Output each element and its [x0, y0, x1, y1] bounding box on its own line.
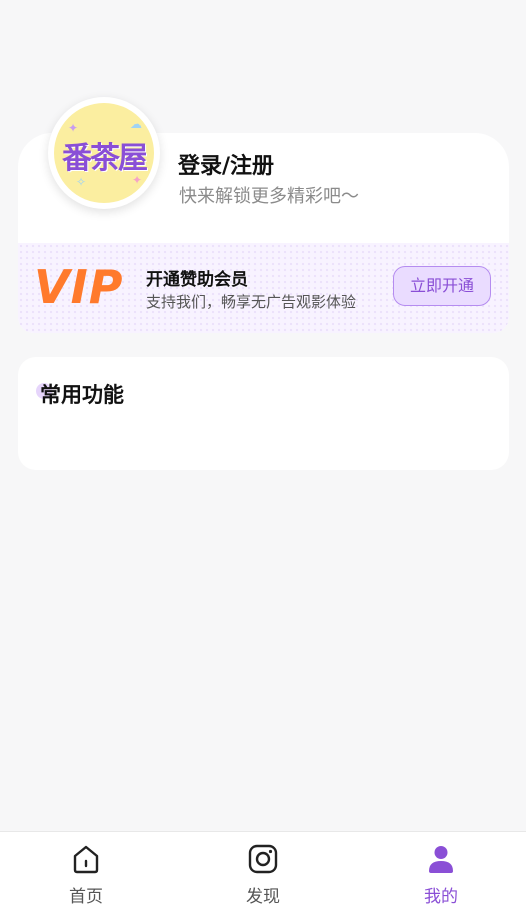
avatar[interactable]: ✦ ☁ ✦ ✧ 番茶屋	[48, 97, 160, 209]
vip-logo: VIP	[34, 260, 124, 314]
login-register-link[interactable]: 登录/注册	[178, 148, 274, 180]
discover-icon	[248, 844, 278, 874]
cloud-icon: ☁	[130, 117, 142, 131]
tab-label: 首页	[69, 887, 103, 907]
tab-mine[interactable]: 我的	[381, 832, 501, 913]
tab-label: 发现	[246, 887, 280, 907]
tab-home[interactable]: 首页	[26, 832, 146, 913]
home-icon	[73, 845, 99, 874]
tab-label: 我的	[424, 887, 458, 907]
login-subtitle: 快来解锁更多精彩吧～	[179, 186, 359, 207]
vip-open-button[interactable]: 立即开通	[393, 266, 491, 306]
vip-title: 开通赞助会员	[146, 270, 248, 290]
user-icon	[429, 846, 453, 873]
avatar-logo-text: 番茶屋	[62, 141, 148, 176]
bottom-tab-bar: 首页 发现 我的	[0, 831, 526, 913]
sparkle-icon: ✧	[76, 175, 87, 189]
vip-banner[interactable]: VIP 开通赞助会员 支持我们，畅享无广告观影体验 立即开通	[18, 243, 509, 333]
vip-description: 支持我们，畅享无广告观影体验	[146, 293, 357, 311]
section-title: 常用功能	[40, 383, 124, 407]
common-functions-card: 常用功能	[18, 357, 509, 470]
tab-discover[interactable]: 发现	[203, 832, 323, 913]
avatar-image: ✦ ☁ ✦ ✧ 番茶屋	[54, 103, 154, 203]
